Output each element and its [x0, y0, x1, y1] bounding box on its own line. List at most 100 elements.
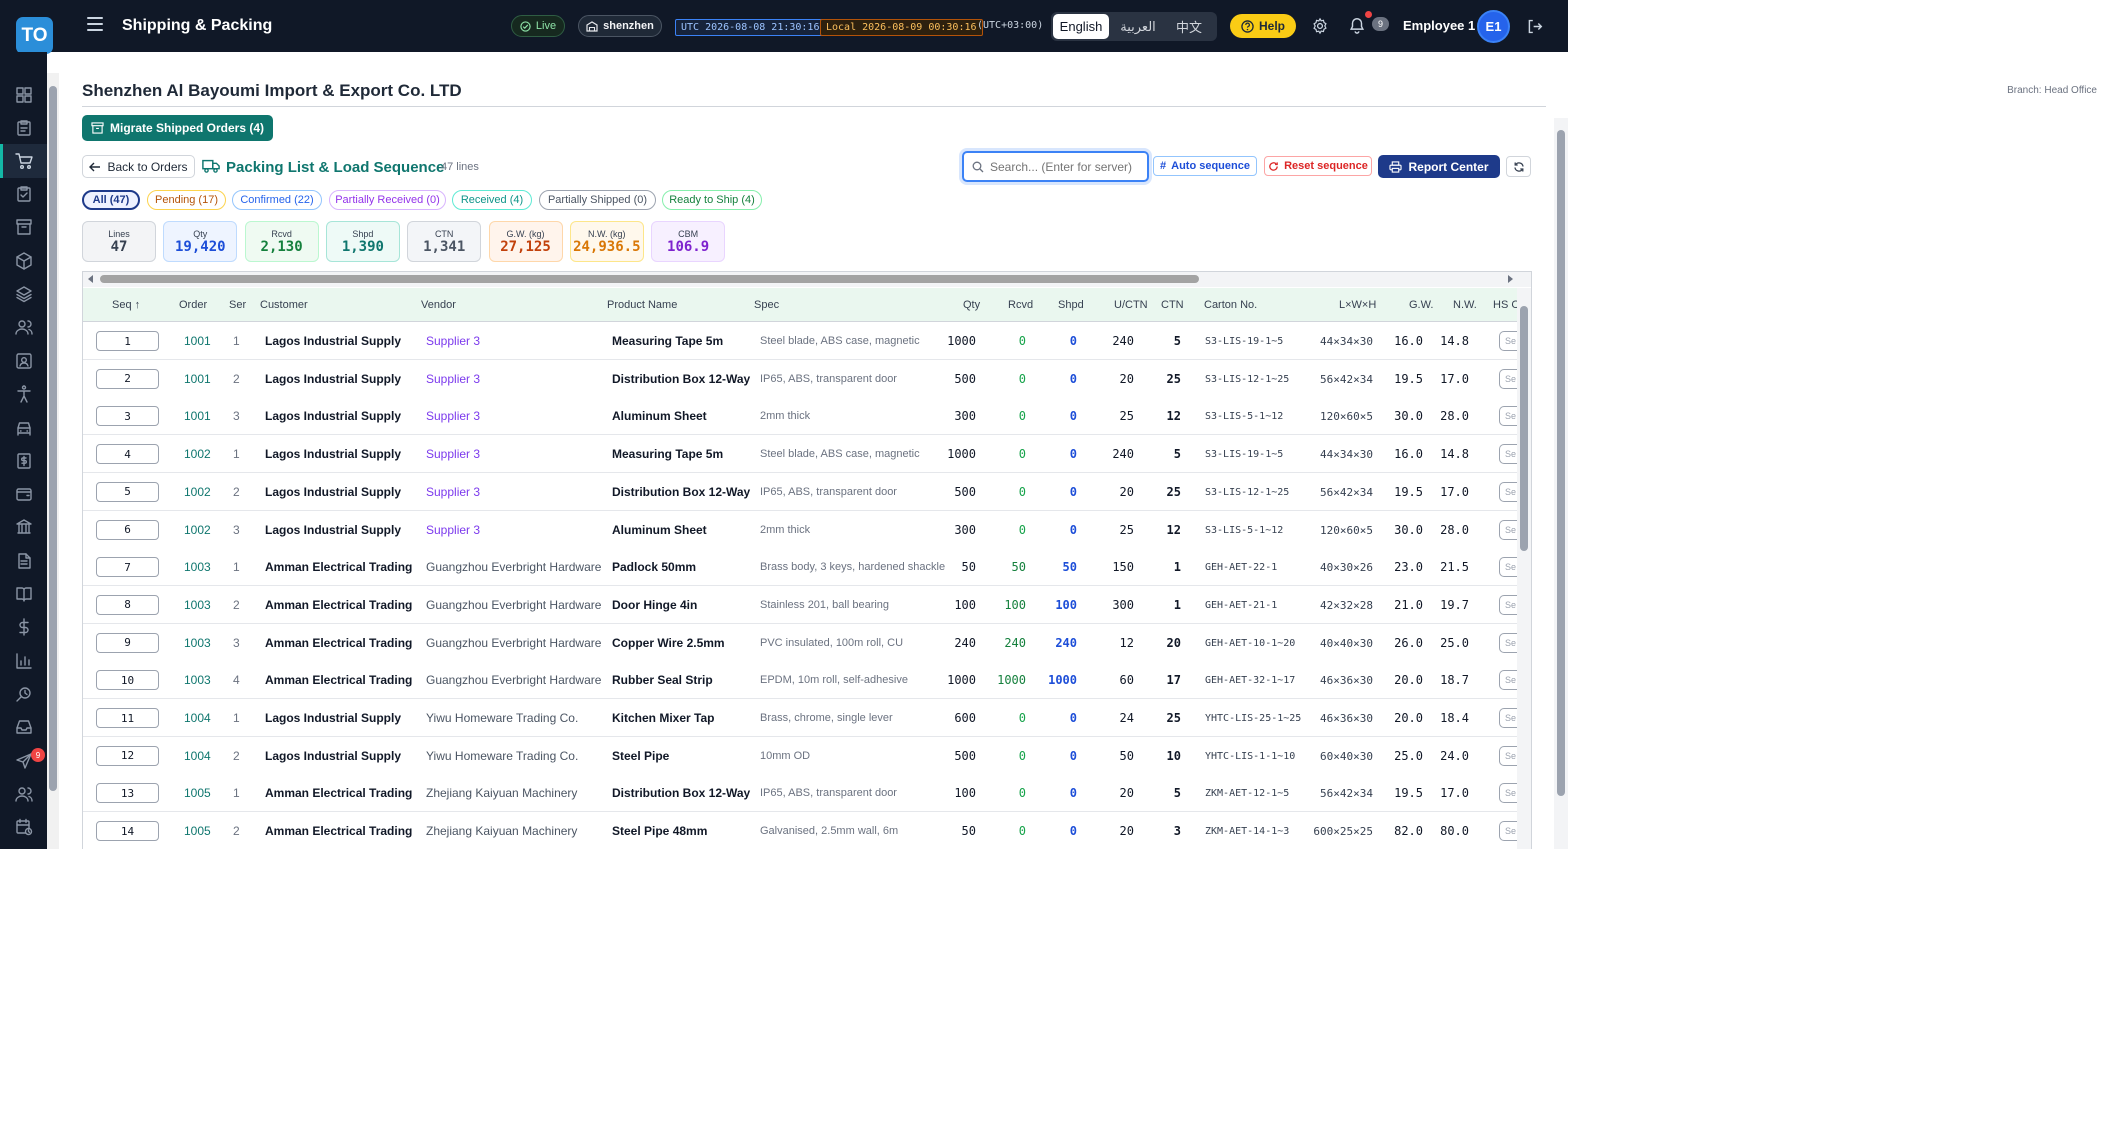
column-header[interactable]: HS C: [1493, 299, 1519, 311]
column-header[interactable]: Product Name: [607, 299, 677, 311]
sequence-input[interactable]: 8: [96, 594, 159, 615]
sequence-input[interactable]: 11: [96, 708, 159, 728]
sidebar-item-box[interactable]: [15, 252, 33, 270]
search-box[interactable]: [962, 151, 1149, 182]
column-header[interactable]: Seq ↑: [112, 299, 140, 311]
migrate-shipped-orders-button[interactable]: Migrate Shipped Orders (4): [82, 115, 273, 141]
table-row[interactable]: 4 1002 1 Lagos Industrial Supply Supplier 3 M…: [83, 435, 1523, 474]
report-center-button[interactable]: Report Center: [1378, 155, 1500, 178]
order-link[interactable]: 1002: [184, 447, 211, 461]
sidebar-item-dashboard[interactable]: [15, 86, 33, 104]
sidebar-item-bank[interactable]: [15, 518, 33, 536]
back-to-orders-button[interactable]: Back to Orders: [82, 155, 195, 178]
avatar[interactable]: E1: [1477, 10, 1510, 43]
filter-chip[interactable]: All (47): [82, 190, 140, 210]
column-header[interactable]: Qty: [963, 299, 980, 311]
sidebar-item-car[interactable]: [15, 418, 33, 436]
horizontal-scrollbar-thumb[interactable]: [100, 275, 1199, 283]
sidebar-item-archive[interactable]: [15, 218, 33, 236]
sequence-input[interactable]: 1: [96, 331, 159, 351]
column-header[interactable]: G.W.: [1409, 299, 1433, 311]
order-link[interactable]: 1004: [184, 749, 211, 763]
table-row[interactable]: 2 1001 2 Lagos Industrial Supply Supplier 3 D…: [83, 359, 1523, 398]
sequence-input[interactable]: 3: [96, 406, 159, 427]
column-header[interactable]: Shpd: [1058, 299, 1084, 311]
filter-chip[interactable]: Partially Shipped (0): [539, 190, 656, 210]
scroll-right-arrow-icon[interactable]: [1508, 275, 1513, 283]
column-header[interactable]: Rcvd: [1008, 299, 1033, 311]
order-link[interactable]: 1003: [184, 598, 211, 612]
table-row[interactable]: 7 1003 1 Amman Electrical Trading Guangzhou …: [83, 548, 1523, 587]
page-scrollbar[interactable]: [1554, 118, 1568, 849]
bell-icon[interactable]: [1348, 16, 1366, 35]
lang-arabic[interactable]: العربية: [1109, 14, 1167, 39]
menu-toggle-icon[interactable]: [87, 17, 103, 31]
sidebar-item-search-history[interactable]: [15, 685, 33, 703]
sidebar-item-accessibility[interactable]: [15, 385, 33, 403]
sidebar-item-team[interactable]: [15, 785, 33, 803]
filter-chip[interactable]: Partially Received (0): [329, 190, 446, 210]
column-header[interactable]: Carton No.: [1204, 299, 1257, 311]
gear-icon[interactable]: [1311, 17, 1329, 35]
column-header[interactable]: L×W×H: [1339, 299, 1376, 311]
sidebar-item-cart[interactable]: [0, 144, 47, 178]
sidebar-item-document[interactable]: [15, 552, 33, 570]
column-header[interactable]: CTN: [1161, 299, 1184, 311]
sidebar-scrollbar-thumb[interactable]: [49, 86, 57, 791]
table-row[interactable]: 5 1002 2 Lagos Industrial Supply Supplier 3 D…: [83, 472, 1523, 511]
table-vertical-scrollbar[interactable]: [1517, 288, 1531, 849]
order-link[interactable]: 1003: [184, 673, 211, 687]
table-row[interactable]: 12 1004 2 Lagos Industrial Supply Yiwu Homew…: [83, 736, 1523, 775]
table-row[interactable]: 3 1001 3 Lagos Industrial Supply Supplier 3 A…: [83, 397, 1523, 436]
order-link[interactable]: 1001: [184, 334, 211, 348]
sidebar-item-contact-card[interactable]: [15, 352, 33, 370]
table-row[interactable]: 11 1004 1 Lagos Industrial Supply Yiwu Homew…: [83, 699, 1523, 737]
filter-chip[interactable]: Ready to Ship (4): [662, 190, 762, 210]
column-header[interactable]: Vendor: [421, 299, 456, 311]
sidebar-item-calendar-clock[interactable]: [15, 818, 33, 836]
table-row[interactable]: 6 1002 3 Lagos Industrial Supply Supplier 3 A…: [83, 510, 1523, 549]
filter-chip[interactable]: Received (4): [452, 190, 532, 210]
order-link[interactable]: 1004: [184, 711, 211, 725]
help-button[interactable]: Help: [1230, 14, 1296, 38]
sequence-input[interactable]: 14: [96, 821, 159, 842]
column-header[interactable]: Ser: [229, 299, 246, 311]
sequence-input[interactable]: 2: [96, 368, 159, 389]
table-row[interactable]: 13 1005 1 Amman Electrical Trading Zhejiang …: [83, 774, 1523, 813]
logout-icon[interactable]: [1526, 18, 1543, 35]
sidebar-item-bar-chart[interactable]: [15, 652, 33, 670]
filter-chip[interactable]: Confirmed (22): [232, 190, 322, 210]
column-header[interactable]: Order: [179, 299, 207, 311]
warehouse-selector[interactable]: shenzhen: [578, 15, 662, 37]
order-link[interactable]: 1005: [184, 786, 211, 800]
order-link[interactable]: 1005: [184, 824, 211, 838]
sequence-input[interactable]: 10: [96, 670, 159, 691]
app-logo[interactable]: TO: [16, 17, 53, 54]
lang-english[interactable]: English: [1053, 14, 1109, 39]
sidebar-item-dollar[interactable]: [15, 618, 33, 636]
sidebar-item-dollar-doc[interactable]: [15, 452, 33, 470]
table-row[interactable]: 10 1003 4 Amman Electrical Trading Guangzhou…: [83, 661, 1523, 700]
order-link[interactable]: 1002: [184, 523, 211, 537]
sequence-input[interactable]: 6: [96, 519, 159, 540]
sidebar-item-book[interactable]: [15, 585, 33, 603]
column-header[interactable]: Spec: [754, 299, 779, 311]
page-scrollbar-thumb[interactable]: [1557, 130, 1565, 796]
order-link[interactable]: 1001: [184, 409, 211, 423]
auto-sequence-button[interactable]: # Auto sequence: [1153, 156, 1257, 176]
sequence-input[interactable]: 9: [96, 632, 159, 653]
column-header[interactable]: Customer: [260, 299, 308, 311]
lang-chinese[interactable]: 中文: [1167, 14, 1211, 39]
order-link[interactable]: 1001: [184, 372, 211, 386]
table-row[interactable]: 14 1005 2 Amman Electrical Trading Zhejiang …: [83, 812, 1523, 849]
reset-sequence-button[interactable]: Reset sequence: [1264, 156, 1372, 176]
sequence-input[interactable]: 12: [96, 745, 159, 766]
order-link[interactable]: 1002: [184, 485, 211, 499]
order-link[interactable]: 1003: [184, 636, 211, 650]
column-header[interactable]: U/CTN: [1114, 299, 1148, 311]
vertical-scrollbar-thumb[interactable]: [1520, 306, 1528, 551]
sequence-input[interactable]: 4: [96, 444, 159, 465]
scroll-left-arrow-icon[interactable]: [88, 275, 93, 283]
sidebar-item-wallet[interactable]: [15, 485, 33, 503]
search-input[interactable]: [990, 159, 1140, 174]
